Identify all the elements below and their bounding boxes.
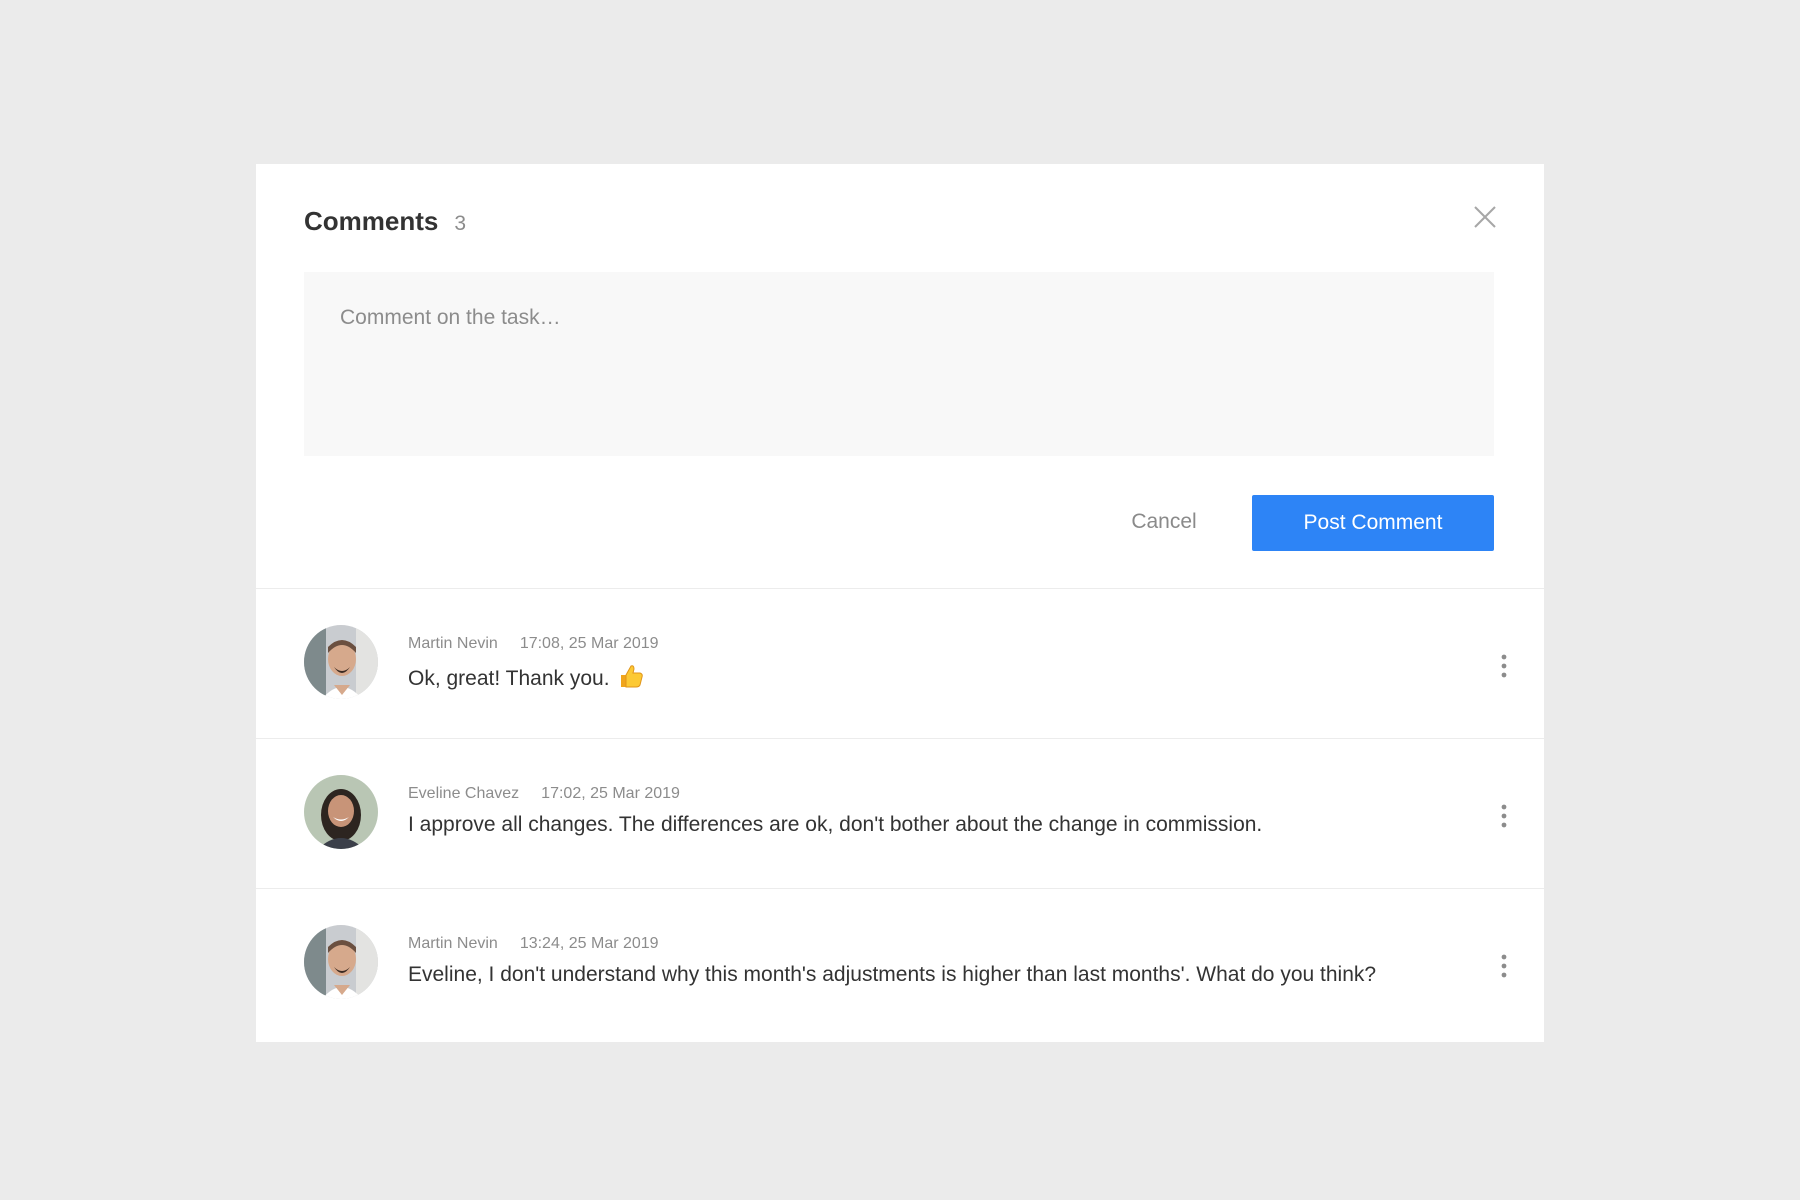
avatar-martin (304, 625, 378, 699)
comment-timestamp: 13:24, 25 Mar 2019 (519, 935, 659, 952)
avatar-eveline (304, 775, 378, 849)
comment-text: I approve all changes. The differences a… (408, 813, 1263, 836)
comment-item: Martin Nevin 17:08, 25 Mar 2019 Ok, great… (256, 588, 1544, 738)
comment-item: Martin Nevin 13:24, 25 Mar 2019 Eveline, … (256, 888, 1544, 1038)
cancel-button[interactable]: Cancel (1104, 502, 1224, 542)
more-options-icon[interactable] (1496, 651, 1512, 681)
post-comment-button[interactable]: Post Comment (1252, 495, 1494, 551)
comments-title: Comments (304, 206, 439, 236)
comment-list: Martin Nevin 17:08, 25 Mar 2019 Ok, great… (256, 588, 1544, 1038)
thumbs-up-icon (620, 665, 643, 688)
more-options-icon[interactable] (1496, 951, 1512, 981)
avatar-martin (304, 925, 378, 999)
comment-text: Ok, great! Thank you. (408, 667, 610, 690)
comment-meta: Eveline Chavez 17:02, 25 Mar 2019 (408, 785, 680, 803)
comment-author: Martin Nevin (408, 635, 498, 652)
comment-item: Eveline Chavez 17:02, 25 Mar 2019 I appro… (256, 738, 1544, 888)
comment-input[interactable] (304, 272, 1494, 456)
comment-timestamp: 17:08, 25 Mar 2019 (519, 635, 659, 652)
comment-meta: Martin Nevin 17:08, 25 Mar 2019 (408, 635, 659, 653)
comment-author: Martin Nevin (408, 935, 498, 952)
comment-text-container: Ok, great! Thank you. (408, 663, 644, 691)
comment-text: Eveline, I don't understand why this mon… (408, 963, 1377, 986)
comment-timestamp: 17:02, 25 Mar 2019 (541, 785, 680, 802)
comment-meta: Martin Nevin 13:24, 25 Mar 2019 (408, 935, 659, 953)
comments-panel: Comments 3 Cancel Post Comment Martin Ne… (256, 164, 1544, 1042)
comment-author: Eveline Chavez (408, 785, 520, 802)
more-options-icon[interactable] (1496, 801, 1512, 831)
close-icon[interactable] (1472, 204, 1498, 230)
comments-header: Comments 3 (304, 206, 466, 237)
comments-count: 3 (454, 212, 467, 235)
